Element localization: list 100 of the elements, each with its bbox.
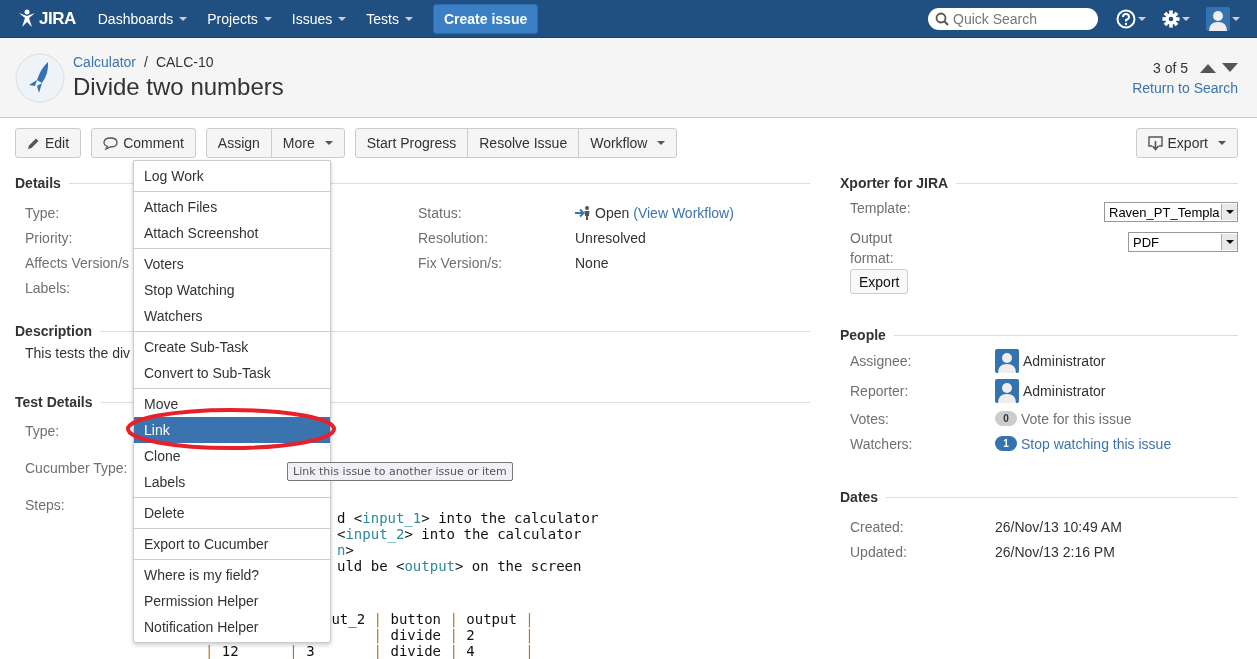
template-select[interactable]: Raven_PT_Templa [1104,202,1238,222]
menu-item[interactable]: Notification Helper [134,614,330,640]
nav-menu-item[interactable]: Tests [366,10,413,27]
watch-link[interactable]: Stop watching this issue [1021,435,1172,452]
help-menu[interactable] [1116,8,1146,29]
user-name[interactable]: Administrator [1023,353,1106,369]
return-to-search-link[interactable]: Return to Search [1132,79,1238,96]
user-menu[interactable] [1206,6,1240,31]
table-line: ut_2 | button | output | [331,611,534,627]
step-line: uld be <output> on the screen [337,558,582,574]
logo-text: JIRA [39,8,76,29]
previous-icon[interactable] [1200,62,1216,73]
field-value: None [575,254,609,271]
field-label: Status: [418,204,463,221]
menu-item[interactable]: Log Work [134,163,330,189]
watcher-count-badge: 1 [995,436,1017,451]
field-value: Unresolved [575,229,646,246]
nav-menu-item[interactable]: Projects [207,10,272,27]
pencil-icon [27,136,40,150]
vote-count-badge: 0 [995,411,1017,426]
description-text: This tests the div [25,345,131,361]
speech-bubble-icon [103,136,119,150]
vote-link[interactable]: Vote for this issue [1021,410,1132,427]
settings-icon [1162,9,1180,28]
step-line: <input_2> into the calculator [337,526,582,542]
field-label: Fix Version/s: [418,254,504,271]
date-value: 26/Nov/13 2:16 PM [995,543,1115,560]
menu-item[interactable]: Create Sub-Task [134,334,330,360]
toolbar-button[interactable]: Start Progress [354,128,469,158]
menu-item[interactable]: Link [134,417,330,443]
toolbar-button[interactable]: Workflow [578,128,678,158]
search-field[interactable]: Quick Search [928,7,1098,30]
field-label: Watchers: [850,435,914,452]
user-name[interactable]: Administrator [1023,383,1106,399]
menu-item[interactable]: Delete [134,500,330,526]
issue-key[interactable]: CALC-10 [155,54,214,70]
field-label: Affects Version/s [25,254,129,271]
menu-item[interactable]: Permission Helper [134,588,330,614]
next-icon[interactable] [1222,62,1238,73]
field-label: Labels: [25,279,71,296]
section-heading: Dates [840,489,879,505]
table-line: | 12 | 3 | divide | 4 | [205,643,534,659]
step-line: d <input_1> into the calculator [337,510,599,526]
issue-title: Divide two numbers [73,73,285,101]
section-heading: Description [15,323,92,339]
create-issue-button[interactable]: Create issue [432,3,539,34]
help-icon [1116,8,1136,29]
field-label: Type: [25,204,60,221]
pager-count: 3 of 5 [1152,59,1188,76]
field-label: Output format: [850,229,895,268]
field-label: Template: [850,200,911,216]
section-heading: Details [15,175,61,191]
table-line: | divide | 2 | [373,627,534,643]
toolbar-button[interactable]: Resolve Issue [467,128,580,158]
toolbar-button[interactable]: Edit [15,128,82,158]
avatar-icon [995,379,1019,403]
search-icon [935,11,949,26]
menu-item[interactable]: Attach Screenshot [134,220,330,246]
field-label: Cucumber Type: [25,460,128,478]
field-label: Priority: [25,229,73,246]
menu-item[interactable]: Attach Files [134,194,330,220]
export-button[interactable]: Export [1135,128,1238,158]
field-label: Updated: [850,543,908,560]
section-heading: People [840,327,886,343]
settings-menu[interactable] [1162,9,1190,28]
format-select[interactable]: PDF [1128,232,1238,252]
download-icon [1147,135,1163,151]
nav-menu-item[interactable]: Issues [291,10,347,27]
rocket-icon [15,52,65,103]
view-workflow-link[interactable]: (View Workflow) [633,204,734,221]
date-value: 26/Nov/13 10:49 AM [995,518,1122,535]
toolbar-button[interactable]: More [270,128,345,158]
tooltip: Link this issue to another issue or item [287,462,513,481]
section-heading: Test Details [15,394,93,410]
export-button[interactable]: Export [850,269,909,294]
menu-item[interactable]: Watchers [134,303,330,329]
field-label: Type: [25,423,60,441]
breadcrumb-separator: / [144,54,148,70]
avatar-icon [1206,6,1230,31]
field-value: Open [595,204,630,221]
avatar-icon [995,349,1019,373]
field-label: Resolution: [418,229,490,246]
toolbar-button[interactable]: Comment [91,128,196,158]
menu-item[interactable]: Stop Watching [134,277,330,303]
nav-menu-item[interactable]: Dashboards [97,10,188,27]
field-label: Steps: [25,497,65,515]
step-line: n> [337,542,354,558]
field-label: Reporter: [850,383,910,399]
menu-item[interactable]: Move [134,391,330,417]
status-icon [575,204,591,221]
menu-item[interactable]: Where is my field? [134,562,330,588]
field-label: Created: [850,518,905,535]
menu-item[interactable]: Convert to Sub-Task [134,360,330,386]
project-link[interactable]: Calculator [73,54,137,70]
menu-item[interactable]: Export to Cucumber [134,531,330,557]
menu-item[interactable]: Voters [134,251,330,277]
section-heading: Xporter for JIRA [840,175,949,191]
field-label: Votes: [850,410,890,427]
field-label: Assignee: [850,353,913,369]
toolbar-button[interactable]: Assign [205,128,272,158]
